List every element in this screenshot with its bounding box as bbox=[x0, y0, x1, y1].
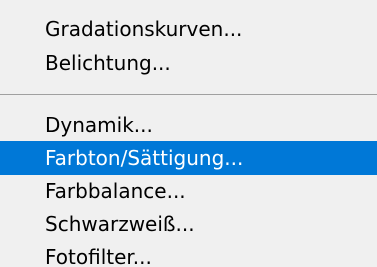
menu-separator bbox=[0, 94, 377, 95]
menu-item-farbbalance[interactable]: Farbbalance... bbox=[0, 174, 377, 208]
menu-item-dynamik[interactable]: Dynamik... bbox=[0, 108, 377, 142]
menu-item-fotofilter[interactable]: Fotofilter... bbox=[0, 240, 377, 267]
menu-item-farbton-saettigung[interactable]: Farbton/Sättigung... bbox=[0, 141, 377, 175]
menu-item-belichtung[interactable]: Belichtung... bbox=[0, 46, 377, 80]
menu-item-gradationskurven[interactable]: Gradationskurven... bbox=[0, 12, 377, 46]
context-menu: Gradationskurven... Belichtung... Dynami… bbox=[0, 0, 377, 267]
menu-item-schwarzweiss[interactable]: Schwarzweiß... bbox=[0, 207, 377, 241]
